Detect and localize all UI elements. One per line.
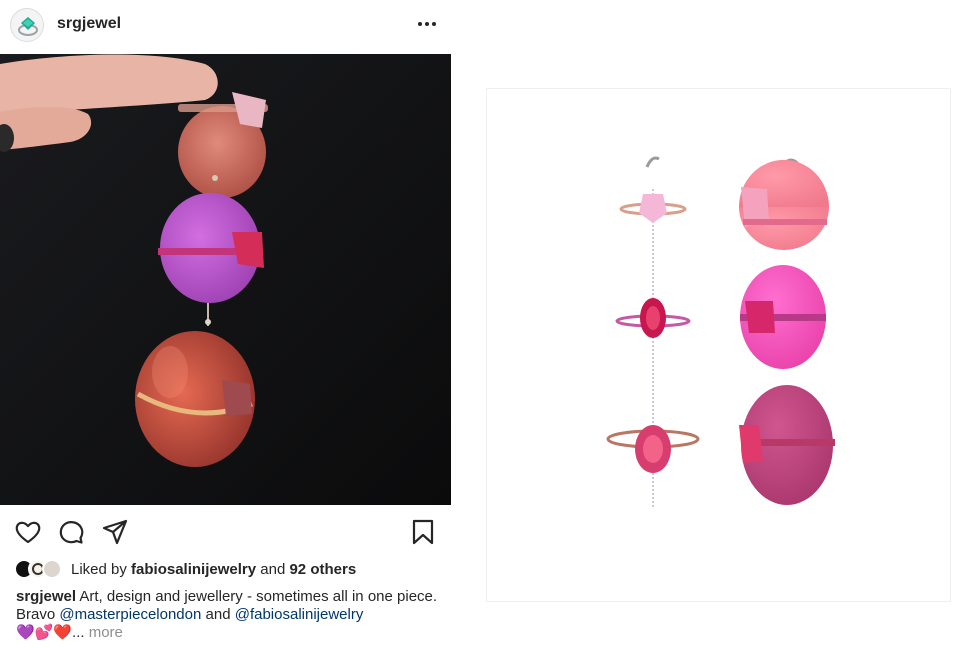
post-photo[interactable] bbox=[0, 54, 451, 505]
comment-icon bbox=[59, 521, 84, 544]
liked-by-user[interactable]: fabiosalinijewelry bbox=[131, 561, 256, 578]
mention-fabiosalinijewelry[interactable]: @fabiosalinijewelry bbox=[235, 606, 364, 623]
likes-others-count[interactable]: 92 others bbox=[289, 561, 356, 578]
post-caption: srgjewel Art, design and jewellery - som… bbox=[16, 588, 446, 642]
earrings-product-photo bbox=[606, 156, 835, 507]
paper-plane-icon bbox=[102, 519, 128, 545]
liked-by-text: Liked by fabiosalinijewelry and 92 other… bbox=[71, 561, 356, 578]
heart-icon bbox=[15, 521, 41, 544]
action-bar bbox=[0, 508, 451, 554]
profile-avatar[interactable] bbox=[10, 8, 44, 42]
post-username[interactable]: srgjewel bbox=[57, 15, 121, 33]
liker-avatars[interactable] bbox=[14, 559, 70, 581]
caption-more-link[interactable]: more bbox=[89, 624, 123, 641]
ellipsis-icon bbox=[418, 22, 422, 26]
bookmark-icon bbox=[412, 519, 434, 545]
comment-button[interactable] bbox=[57, 518, 85, 546]
like-button[interactable] bbox=[14, 518, 42, 546]
product-image bbox=[486, 88, 951, 602]
caption-emojis: 💜💕❤️ bbox=[16, 624, 73, 641]
liker-avatar bbox=[42, 559, 62, 579]
caption-username[interactable]: srgjewel bbox=[16, 588, 76, 605]
ellipsis-dot bbox=[432, 22, 436, 26]
share-button[interactable] bbox=[101, 518, 129, 546]
ellipsis-dot bbox=[425, 22, 429, 26]
more-options-button[interactable] bbox=[412, 12, 442, 36]
post-header: srgjewel bbox=[0, 0, 451, 52]
liked-by-and: and bbox=[256, 561, 290, 578]
caption-text-and: and bbox=[201, 606, 235, 623]
ring-logo-icon bbox=[12, 10, 43, 41]
caption-ellipsis: ... bbox=[72, 624, 89, 641]
earring-photo bbox=[0, 54, 451, 505]
mention-masterpiecelondon[interactable]: @masterpiecelondon bbox=[59, 606, 201, 623]
liked-by-prefix: Liked by bbox=[71, 561, 132, 578]
save-button[interactable] bbox=[409, 518, 437, 546]
